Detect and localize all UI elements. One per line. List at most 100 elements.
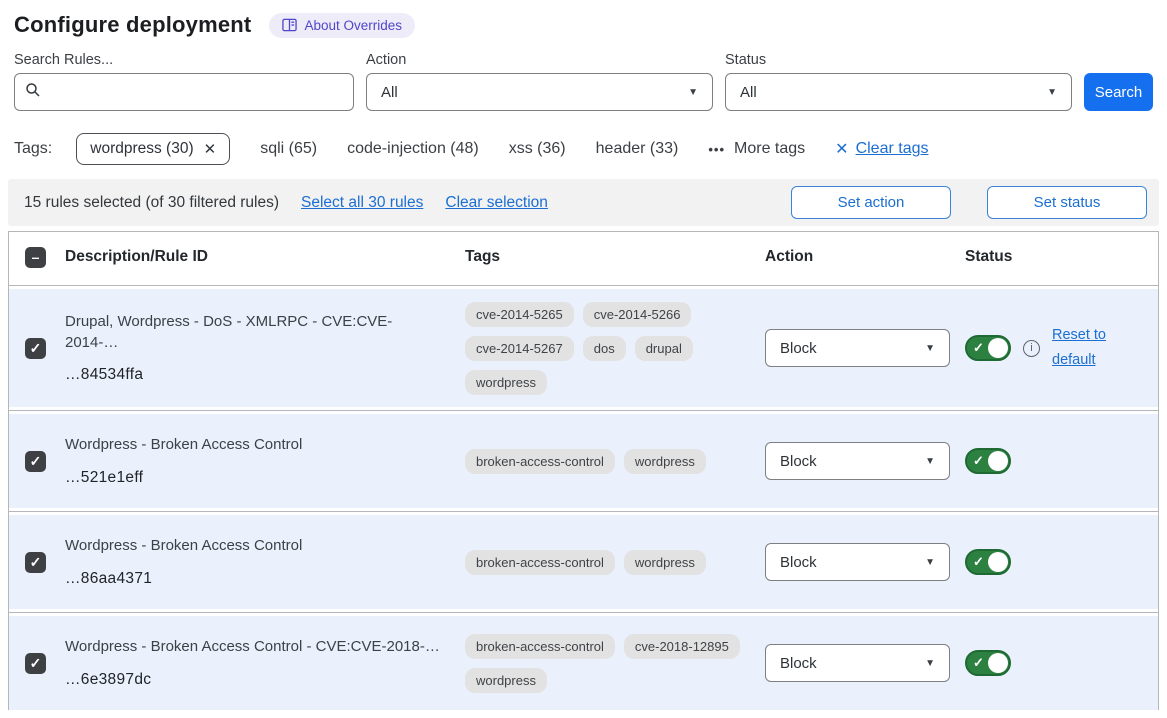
action-select[interactable]: Block ▼ bbox=[765, 442, 950, 480]
rule-description-cell: Wordpress - Broken Access Control …86aa4… bbox=[65, 536, 465, 587]
table-row: ✓ Wordpress - Broken Access Control …86a… bbox=[9, 515, 1158, 609]
tags-bar: Tags: wordpress (30) ✕ sqli (65) code-in… bbox=[0, 111, 1167, 165]
tag-chip: broken-access-control bbox=[465, 550, 615, 575]
status-filter-group: Status All ▼ bbox=[725, 52, 1072, 111]
tag-chip: cve-2014-5265 bbox=[465, 302, 574, 327]
status-toggle[interactable]: ✓ bbox=[965, 335, 1011, 361]
search-rules-input[interactable] bbox=[49, 74, 343, 110]
status-filter-select[interactable]: All ▼ bbox=[725, 73, 1072, 111]
set-status-button[interactable]: Set status bbox=[987, 186, 1147, 219]
close-icon: ✕ bbox=[835, 139, 848, 159]
action-select-value: Block bbox=[780, 655, 817, 672]
toggle-knob bbox=[988, 653, 1008, 673]
page-title: Configure deployment bbox=[14, 12, 251, 38]
search-input-box[interactable] bbox=[14, 73, 354, 111]
about-overrides-label: About Overrides bbox=[304, 18, 402, 33]
row-checkbox[interactable]: ✓ bbox=[25, 552, 46, 573]
row-checkbox[interactable]: ✓ bbox=[25, 451, 46, 472]
action-filter-select[interactable]: All ▼ bbox=[366, 73, 713, 111]
tag-chip: wordpress bbox=[465, 668, 547, 693]
more-tags-label: More tags bbox=[734, 140, 805, 158]
chevron-down-icon: ▼ bbox=[688, 87, 698, 98]
chevron-down-icon: ▼ bbox=[1047, 87, 1057, 98]
toggle-knob bbox=[988, 552, 1008, 572]
table-header-row: – Description/Rule ID Tags Action Status bbox=[9, 232, 1158, 282]
remove-tag-icon[interactable]: ✕ bbox=[204, 140, 217, 158]
action-select-value: Block bbox=[780, 453, 817, 470]
row-checkbox[interactable]: ✓ bbox=[25, 338, 46, 359]
check-icon: ✓ bbox=[30, 454, 42, 468]
rule-id: …84534ffa bbox=[65, 366, 441, 384]
selection-bar: 15 rules selected (of 30 filtered rules)… bbox=[8, 179, 1159, 226]
search-rules-group: Search Rules... bbox=[14, 52, 354, 111]
tags-label: Tags: bbox=[14, 140, 52, 158]
tag-chip: wordpress bbox=[624, 449, 706, 474]
tag-header[interactable]: header (33) bbox=[596, 140, 679, 158]
tag-chip: wordpress bbox=[465, 370, 547, 395]
row-checkbox[interactable]: ✓ bbox=[25, 653, 46, 674]
tag-chip: cve-2014-5267 bbox=[465, 336, 574, 361]
rule-description: Wordpress - Broken Access Control bbox=[65, 435, 441, 455]
check-icon: ✓ bbox=[973, 340, 984, 356]
rule-tags: broken-access-control wordpress bbox=[465, 550, 765, 575]
chevron-down-icon: ▼ bbox=[925, 557, 935, 568]
action-select[interactable]: Block ▼ bbox=[765, 644, 950, 682]
action-select[interactable]: Block ▼ bbox=[765, 543, 950, 581]
tag-chip: wordpress bbox=[624, 550, 706, 575]
rule-description-cell: Wordpress - Broken Access Control …521e1… bbox=[65, 435, 465, 486]
rule-id: …521e1eff bbox=[65, 469, 441, 487]
tag-code-injection[interactable]: code-injection (48) bbox=[347, 140, 479, 158]
row-divider bbox=[9, 609, 1158, 616]
action-select[interactable]: Block ▼ bbox=[765, 329, 950, 367]
table-body: ✓ Drupal, Wordpress - DoS - XMLRPC - CVE… bbox=[9, 282, 1158, 710]
tag-sqli[interactable]: sqli (65) bbox=[260, 140, 317, 158]
more-tags-button[interactable]: ••• More tags bbox=[708, 140, 805, 158]
col-action: Action bbox=[765, 248, 965, 266]
book-icon bbox=[282, 18, 297, 32]
status-toggle[interactable]: ✓ bbox=[965, 549, 1011, 575]
action-select-value: Block bbox=[780, 340, 817, 357]
tag-chip: broken-access-control bbox=[465, 449, 615, 474]
rule-tags: cve-2014-5265 cve-2014-5266 cve-2014-5267 d… bbox=[465, 302, 765, 395]
search-button[interactable]: Search bbox=[1084, 73, 1153, 111]
ellipsis-icon: ••• bbox=[708, 142, 725, 157]
chevron-down-icon: ▼ bbox=[925, 658, 935, 669]
select-all-rules-link[interactable]: Select all 30 rules bbox=[301, 194, 423, 212]
status-toggle[interactable]: ✓ bbox=[965, 650, 1011, 676]
col-status: Status bbox=[965, 248, 1158, 266]
info-icon[interactable]: i bbox=[1023, 340, 1040, 357]
selected-tag-wordpress[interactable]: wordpress (30) ✕ bbox=[76, 133, 230, 165]
rule-status-cell: ✓ i bbox=[965, 549, 1158, 575]
check-icon: ✓ bbox=[973, 453, 984, 469]
action-select-value: Block bbox=[780, 554, 817, 571]
toggle-knob bbox=[988, 338, 1008, 358]
table-row: ✓ Drupal, Wordpress - DoS - XMLRPC - CVE… bbox=[9, 289, 1158, 407]
tag-chip: cve-2014-5266 bbox=[583, 302, 692, 327]
check-icon: ✓ bbox=[973, 554, 984, 570]
clear-tags-link[interactable]: ✕ Clear tags bbox=[835, 139, 928, 159]
clear-selection-link[interactable]: Clear selection bbox=[445, 194, 548, 212]
action-filter-group: Action All ▼ bbox=[366, 52, 713, 111]
row-divider bbox=[9, 407, 1158, 414]
reset-default-link[interactable]: Reset to default bbox=[1052, 323, 1114, 372]
rule-action-cell: Block ▼ bbox=[765, 442, 965, 480]
rule-description-cell: Wordpress - Broken Access Control - CVE:… bbox=[65, 637, 465, 688]
action-filter-value: All bbox=[381, 84, 398, 101]
set-action-button[interactable]: Set action bbox=[791, 186, 951, 219]
col-tags: Tags bbox=[465, 248, 765, 266]
rule-status-cell: ✓ i Reset to default bbox=[965, 323, 1158, 372]
status-filter-value: All bbox=[740, 84, 757, 101]
status-toggle[interactable]: ✓ bbox=[965, 448, 1011, 474]
rule-status-cell: ✓ i bbox=[965, 448, 1158, 474]
rule-tags: broken-access-controlcve-2018-12895wordp… bbox=[465, 634, 765, 693]
about-overrides-badge[interactable]: About Overrides bbox=[269, 13, 415, 38]
col-description: Description/Rule ID bbox=[65, 248, 465, 266]
search-rules-label: Search Rules... bbox=[14, 52, 354, 68]
row-divider bbox=[9, 508, 1158, 515]
toggle-knob bbox=[988, 451, 1008, 471]
tag-chip: dos bbox=[583, 336, 626, 361]
select-all-checkbox[interactable]: – bbox=[25, 247, 46, 268]
rule-status-cell: ✓ i bbox=[965, 650, 1158, 676]
tag-chip: drupal bbox=[635, 336, 693, 361]
tag-xss[interactable]: xss (36) bbox=[509, 140, 566, 158]
